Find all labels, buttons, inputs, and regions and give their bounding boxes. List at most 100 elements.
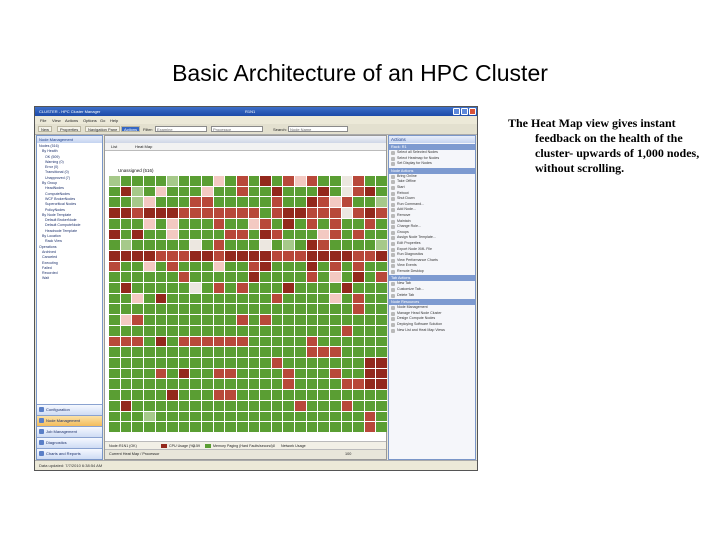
heat-map-cell[interactable] [283, 368, 294, 379]
heat-map-cell[interactable] [260, 283, 271, 293]
heat-map-cell[interactable] [213, 261, 225, 272]
heat-map-cell[interactable] [225, 186, 236, 197]
heat-map-cell[interactable] [376, 347, 387, 358]
heat-map-cell[interactable] [306, 186, 318, 197]
heat-map-cell[interactable] [120, 272, 132, 283]
heat-map-cell[interactable] [167, 197, 178, 208]
heat-map-cell[interactable] [376, 390, 387, 400]
heat-map-cell[interactable] [318, 422, 329, 432]
heat-map-cell[interactable] [178, 240, 190, 250]
heat-map-cell[interactable] [248, 379, 260, 390]
heat-map-cell[interactable] [213, 325, 225, 336]
heat-map-cell[interactable] [178, 400, 190, 411]
heat-map-cell[interactable] [109, 390, 120, 400]
heat-map-cell[interactable] [283, 400, 294, 411]
heat-map-cell[interactable] [353, 208, 364, 218]
heat-map-cell[interactable] [120, 186, 132, 197]
heat-map-cell[interactable] [271, 250, 283, 261]
heat-map-cell[interactable] [202, 379, 213, 390]
heat-map-cell[interactable] [143, 390, 155, 400]
heat-map-cell[interactable] [109, 379, 120, 390]
heat-map-cell[interactable] [167, 240, 178, 250]
heat-map-cell[interactable] [353, 176, 364, 186]
heat-map-cell[interactable] [364, 336, 376, 347]
heat-map-cell[interactable] [132, 250, 143, 261]
heat-map-cell[interactable] [132, 358, 143, 368]
heat-map-cell[interactable] [120, 347, 132, 358]
heat-map-cell[interactable] [341, 411, 353, 422]
heat-map-cell[interactable] [283, 186, 294, 197]
heat-map-cell[interactable] [318, 368, 329, 379]
heat-map-cell[interactable] [190, 250, 201, 261]
heat-map-cell[interactable] [271, 293, 283, 304]
zoom-value[interactable]: 100 [345, 452, 351, 456]
heat-map-cell[interactable] [236, 240, 248, 250]
heat-map-cell[interactable] [318, 358, 329, 368]
heat-map-cell[interactable] [190, 218, 201, 229]
heat-map-cell[interactable] [202, 261, 213, 272]
filter-select[interactable]: Examine [155, 126, 207, 132]
heat-map-cell[interactable] [364, 293, 376, 304]
heat-map-cell[interactable] [329, 379, 341, 390]
heat-map-cell[interactable] [155, 293, 167, 304]
heat-map-cell[interactable] [213, 368, 225, 379]
heat-map-cell[interactable] [213, 186, 225, 197]
heat-map-cell[interactable] [178, 390, 190, 400]
heat-map-cell[interactable] [155, 390, 167, 400]
heat-map-cell[interactable] [341, 240, 353, 250]
heat-map-cell[interactable] [329, 229, 341, 240]
heat-map-cell[interactable] [306, 379, 318, 390]
heat-map-cell[interactable] [353, 186, 364, 197]
heat-map-cell[interactable] [364, 283, 376, 293]
heat-map-cell[interactable] [306, 325, 318, 336]
heat-map-cell[interactable] [353, 250, 364, 261]
menu-go[interactable]: Go [100, 118, 105, 123]
heat-map-cell[interactable] [190, 358, 201, 368]
heat-map-cell[interactable] [260, 272, 271, 283]
heat-map-cell[interactable] [213, 336, 225, 347]
heat-map-cell[interactable] [364, 197, 376, 208]
heat-map-cell[interactable] [271, 283, 283, 293]
heat-map-cell[interactable] [318, 315, 329, 325]
heat-map-cell[interactable] [341, 218, 353, 229]
heat-map-cell[interactable] [306, 240, 318, 250]
heat-map-cell[interactable] [109, 186, 120, 197]
search-input[interactable]: Node Name [288, 126, 348, 132]
heat-map-cell[interactable] [318, 229, 329, 240]
heat-map-cell[interactable] [178, 186, 190, 197]
heat-map-cell[interactable] [364, 261, 376, 272]
heat-map-cell[interactable] [225, 283, 236, 293]
heat-map-cell[interactable] [167, 283, 178, 293]
heat-map-cell[interactable] [178, 250, 190, 261]
heat-map-cell[interactable] [132, 197, 143, 208]
heat-map-cell[interactable] [213, 293, 225, 304]
heat-map-cell[interactable] [109, 218, 120, 229]
heat-map-cell[interactable] [260, 261, 271, 272]
heat-map-cell[interactable] [329, 411, 341, 422]
heat-map-cell[interactable] [364, 411, 376, 422]
heat-map-cell[interactable] [248, 261, 260, 272]
heat-map-cell[interactable] [376, 240, 387, 250]
heat-map-cell[interactable] [295, 390, 306, 400]
heat-map-cell[interactable] [190, 272, 201, 283]
action-new-list-and-heat-map-views[interactable]: New List and Heat Map Views [389, 328, 475, 334]
heat-map-cell[interactable] [132, 229, 143, 240]
nav-node-management[interactable]: Node Management [37, 415, 102, 426]
heat-map-cell[interactable] [202, 208, 213, 218]
heat-map-cell[interactable] [295, 315, 306, 325]
heat-map-cell[interactable] [376, 411, 387, 422]
heat-map-cell[interactable] [295, 422, 306, 432]
heat-map-cell[interactable] [306, 347, 318, 358]
heat-map-cell[interactable] [283, 347, 294, 358]
heat-map-cell[interactable] [236, 197, 248, 208]
heat-map-cell[interactable] [248, 229, 260, 240]
heat-map-cell[interactable] [318, 400, 329, 411]
heat-map-cell[interactable] [178, 358, 190, 368]
heat-map-cell[interactable] [213, 315, 225, 325]
heat-map-cell[interactable] [109, 315, 120, 325]
heat-map-cell[interactable] [295, 400, 306, 411]
heat-map-cell[interactable] [213, 422, 225, 432]
heat-map-cell[interactable] [120, 218, 132, 229]
heat-map-cell[interactable] [341, 197, 353, 208]
heat-map-cell[interactable] [318, 347, 329, 358]
